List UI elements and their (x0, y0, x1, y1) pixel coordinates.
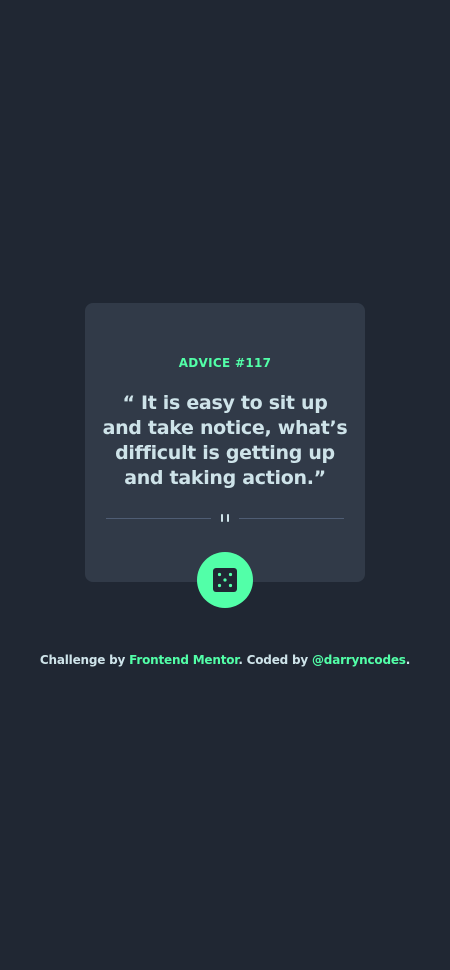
attribution-footer: Challenge by Frontend Mentor. Coded by @… (0, 653, 450, 667)
advice-card: ADVICE #117 “ It is easy to sit up and t… (85, 303, 365, 582)
divider (106, 511, 344, 526)
attribution-suffix: . (405, 653, 411, 667)
attribution-prefix: Challenge by (39, 653, 130, 667)
divider-line-right (239, 518, 344, 519)
dice-icon (213, 568, 237, 592)
attribution-middle: . Coded by (238, 653, 312, 667)
frontend-mentor-link[interactable]: Frontend Mentor (129, 653, 238, 667)
roll-dice-button[interactable] (197, 552, 253, 608)
advice-quote: “ It is easy to sit up and take notice, … (102, 392, 348, 489)
pause-icon (219, 514, 231, 522)
author-link[interactable]: @darryncodes (312, 653, 406, 667)
divider-line-left (106, 518, 211, 519)
advice-id: ADVICE #117 (178, 356, 272, 370)
